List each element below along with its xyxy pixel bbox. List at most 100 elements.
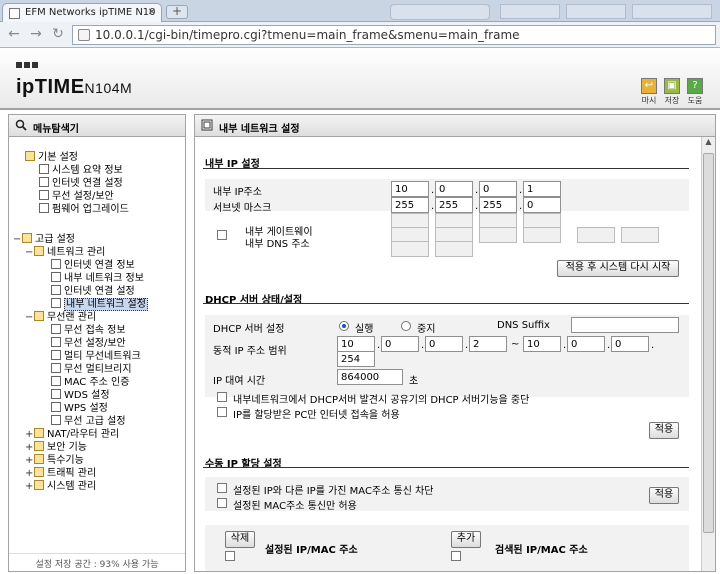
page-icon	[51, 389, 61, 399]
tree-system-management[interactable]: + 시스템 관리	[25, 480, 96, 493]
expand-icon: +	[25, 442, 34, 453]
block-mismatch-mac-checkbox[interactable]	[217, 483, 227, 493]
expand-icon: +	[25, 429, 34, 440]
dhcp-stop-radio[interactable]	[401, 321, 411, 331]
logout-button[interactable]: ↩ 마시	[640, 78, 658, 106]
browser-tab[interactable]: EFM Networks ipTIME N10 ✕	[2, 3, 162, 22]
subnet-mask-label: 서브넷 마스크	[213, 203, 272, 214]
address-bar[interactable]: 10.0.0.1/cgi-bin/timepro.cgi?tmenu=main_…	[72, 25, 716, 45]
delete-button[interactable]: 삭제	[225, 531, 255, 548]
forward-arrow-icon[interactable]: →	[28, 27, 44, 43]
dhcp-only-assigned-checkbox[interactable]	[217, 407, 227, 417]
expand-icon: +	[25, 468, 34, 479]
range-start-octet-4[interactable]	[469, 336, 507, 352]
storage-status: 설정 저장 공간 : 93% 사용 가능	[9, 553, 185, 571]
tree-item-system-summary[interactable]: 시스템 요약 정보	[39, 164, 123, 177]
range-end-octet-1[interactable]	[523, 336, 561, 352]
tree-advanced-settings[interactable]: − 고급 설정	[13, 233, 75, 246]
dns2-octet-1[interactable]	[577, 227, 615, 243]
range-start-octet-3[interactable]	[425, 336, 463, 352]
scroll-up-arrow-icon[interactable]: ▲	[702, 137, 715, 151]
allow-listed-mac-checkbox[interactable]	[217, 498, 227, 508]
range-end-octet-2[interactable]	[567, 336, 605, 352]
add-button[interactable]: 추가	[451, 531, 481, 548]
dns1-octet-3[interactable]	[479, 227, 517, 243]
dhcp-run-radio[interactable]	[339, 321, 349, 331]
back-arrow-icon[interactable]: ←	[6, 27, 22, 43]
select-all-set-checkbox[interactable]	[225, 551, 235, 561]
page-icon	[51, 259, 61, 269]
lock-icon	[34, 441, 44, 451]
lan-settings-panel: 내부 네트워크 설정 ▲ 내부 IP 설정 내부 IP주소 . . . 서브넷 …	[194, 114, 716, 572]
dns-suffix-input[interactable]	[571, 317, 679, 333]
tree-item-wireless-advanced[interactable]: 무선 고급 설정	[51, 415, 126, 428]
tree-item-wireless-security[interactable]: 무선 설정/보안	[39, 190, 114, 203]
range-end-octet-3[interactable]	[611, 336, 649, 352]
background-window-fragment	[390, 4, 490, 20]
tree-item-multi-ssid[interactable]: 멀티 무선네트워크	[51, 350, 141, 363]
logo-squares-icon	[16, 60, 40, 71]
lan-ip-octet-3[interactable]	[479, 181, 517, 197]
logout-icon: ↩	[641, 78, 657, 94]
collapse-icon: −	[25, 312, 34, 323]
tree-item-wds[interactable]: WDS 설정	[51, 389, 110, 402]
subnet-octet-1[interactable]	[391, 197, 429, 213]
select-all-found-checkbox[interactable]	[451, 551, 461, 561]
dhcp-server-label: DHCP 서버 설정	[213, 324, 285, 335]
lease-unit: 초	[409, 376, 419, 387]
dhcp-conflict-checkbox[interactable]	[217, 392, 227, 402]
reload-icon[interactable]: ↻	[50, 27, 66, 43]
tree-item-wps[interactable]: WPS 설정	[51, 402, 108, 415]
subnet-octet-3[interactable]	[479, 197, 517, 213]
tree-basic-settings[interactable]: 기본 설정	[25, 151, 78, 164]
dns2-octet-2[interactable]	[621, 227, 659, 243]
tree-item-internet-setup[interactable]: 인터넷 연결 설정	[39, 177, 123, 190]
lan-ip-octet-2[interactable]	[435, 181, 473, 197]
tree-item-multi-bridge[interactable]: 무선 멀티브리지	[51, 363, 132, 376]
save-button[interactable]: ▣ 저장	[663, 78, 681, 106]
tree-item-firmware-upgrade[interactable]: 펌웨어 업그레이드	[39, 203, 129, 216]
tree-item-wireless-setup-security[interactable]: 무선 설정/보안	[51, 337, 126, 350]
range-end-octet-4[interactable]	[337, 351, 375, 367]
range-start-octet-1[interactable]	[337, 336, 375, 352]
manual-apply-button[interactable]: 적용	[649, 487, 679, 504]
tree-item-lan-setup[interactable]: 내부 네트워크 설정	[51, 298, 148, 311]
dns1-octet-5[interactable]	[391, 241, 429, 257]
lan-ip-octet-4[interactable]	[523, 181, 561, 197]
dhcp-conflict-label: 내부네트워크에서 DHCP서버 발견시 공유기의 DHCP 서버기능을 중단	[233, 395, 530, 406]
range-start-octet-2[interactable]	[381, 336, 419, 352]
tree-special-features[interactable]: + 특수기능	[25, 454, 84, 467]
page-icon	[51, 350, 61, 360]
dhcp-apply-button[interactable]: 적용	[649, 422, 679, 439]
tree-network-management[interactable]: − 네트워크 관리	[25, 246, 105, 259]
tree-item-mac-auth[interactable]: MAC 주소 인증	[51, 376, 129, 389]
help-button[interactable]: ? 도움	[686, 78, 704, 106]
lan-ip-octet-1[interactable]	[391, 181, 429, 197]
expand-icon: +	[25, 481, 34, 492]
tree-traffic[interactable]: + 트래픽 관리	[25, 467, 96, 480]
gateway-dns-checkbox[interactable]	[217, 230, 227, 240]
internet-icon	[39, 177, 49, 187]
system-icon	[34, 480, 44, 490]
tree-security[interactable]: + 보안 기능	[25, 441, 87, 454]
tree-item-internet-info[interactable]: 인터넷 연결 정보	[51, 259, 135, 272]
tree-item-wireless-access-info[interactable]: 무선 접속 정보	[51, 324, 126, 337]
vertical-scrollbar[interactable]: ▲	[701, 137, 715, 571]
dns1-octet-6[interactable]	[435, 241, 473, 257]
tree-item-internet-connect-setup[interactable]: 인터넷 연결 설정	[51, 285, 135, 298]
dns1-octet-4[interactable]	[523, 227, 561, 243]
magnifier-icon	[15, 119, 27, 131]
apply-restart-button[interactable]: 적용 후 시스템 다시 시작	[557, 260, 679, 277]
scroll-thumb[interactable]	[703, 153, 714, 533]
new-tab-button[interactable]: +	[166, 5, 188, 19]
section-divider	[203, 168, 689, 169]
tree-item-lan-info[interactable]: 내부 네트워크 정보	[51, 272, 144, 285]
tree-nat-router[interactable]: + NAT/라우터 관리	[25, 428, 119, 441]
network-icon	[34, 246, 44, 256]
tree-wireless-management[interactable]: − 무선랜 관리	[25, 311, 96, 324]
dns-suffix-label: DNS Suffix	[497, 320, 550, 331]
close-tab-icon[interactable]: ✕	[148, 7, 156, 18]
subnet-octet-2[interactable]	[435, 197, 473, 213]
subnet-octet-4[interactable]	[523, 197, 561, 213]
lease-time-input[interactable]	[337, 369, 403, 385]
